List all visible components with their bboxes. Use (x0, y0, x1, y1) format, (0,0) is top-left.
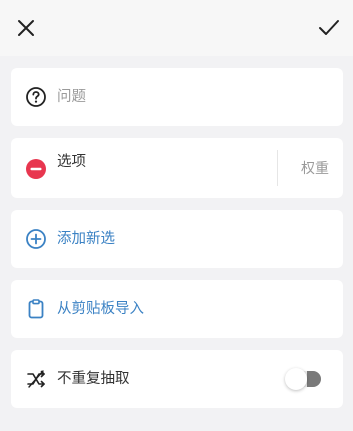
help-circle-icon (25, 86, 47, 108)
clipboard-icon (25, 298, 47, 320)
import-label: 从剪贴板导入 (57, 301, 144, 317)
add-option-label: 添加新选 (57, 231, 115, 247)
close-button[interactable] (12, 14, 40, 42)
no-repeat-toggle[interactable] (285, 368, 321, 390)
option-input[interactable]: 选项 (57, 152, 86, 172)
question-card[interactable]: 问题 (11, 68, 343, 126)
weight-input[interactable]: 权重 (301, 158, 329, 178)
add-option-button[interactable]: 添加新选 (11, 210, 343, 268)
top-bar (0, 0, 353, 56)
add-circle-icon (25, 228, 47, 250)
remove-circle-icon[interactable] (25, 158, 47, 180)
divider (277, 150, 278, 186)
check-icon (319, 20, 339, 35)
no-repeat-row: 不重复抽取 (11, 350, 343, 408)
toggle-track (307, 371, 321, 387)
import-from-clipboard-button[interactable]: 从剪贴板导入 (11, 280, 343, 338)
no-repeat-label: 不重复抽取 (57, 371, 130, 387)
confirm-button[interactable] (315, 14, 343, 42)
shuffle-icon (25, 368, 47, 390)
close-icon (18, 20, 34, 36)
question-input[interactable]: 问题 (57, 87, 86, 107)
toggle-knob (285, 368, 307, 390)
option-card[interactable]: 选项 权重 (11, 138, 343, 198)
